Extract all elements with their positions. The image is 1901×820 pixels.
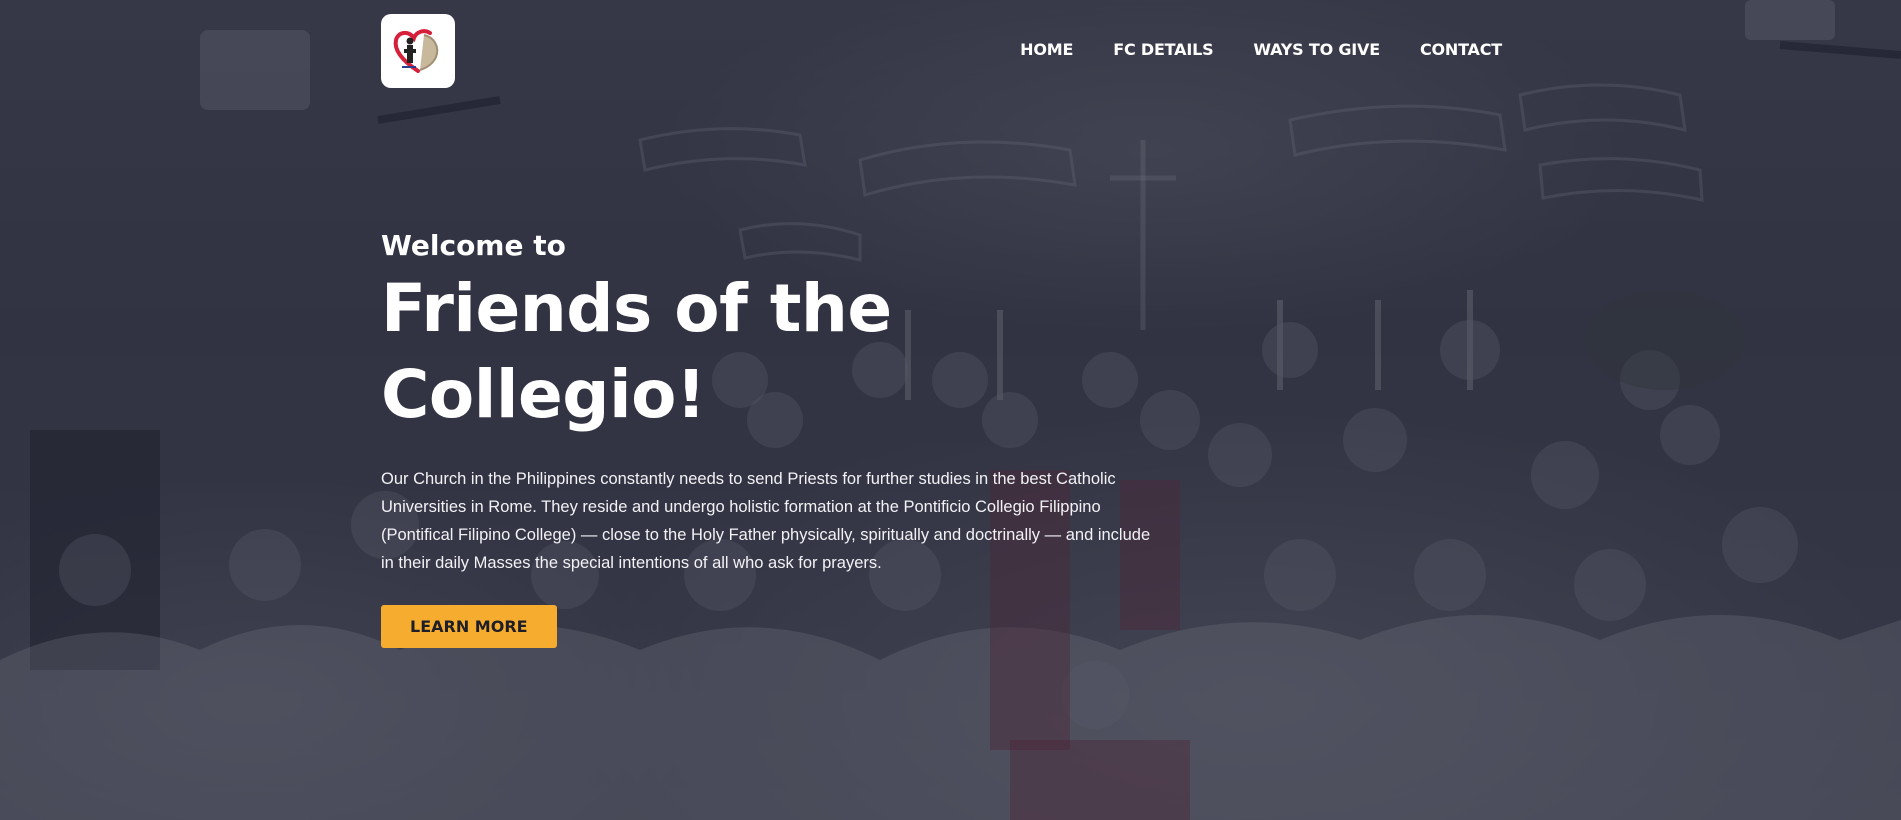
hero-content: Welcome to Friends of the Collegio! Our …	[381, 226, 1150, 648]
nav-item-contact[interactable]: CONTACT	[1420, 40, 1502, 60]
nav-item-ways-to-give[interactable]: WAYS TO GIVE	[1253, 40, 1380, 60]
nav-item-home[interactable]: HOME	[1020, 40, 1073, 60]
main-navigation: HOME FC DETAILS WAYS TO GIVE CONTACT	[1020, 40, 1502, 60]
hero-description: Our Church in the Philippines constantly…	[381, 470, 1151, 572]
site-logo[interactable]	[381, 14, 455, 88]
learn-more-button[interactable]: LEARN MORE	[381, 605, 557, 648]
welcome-heading: Welcome to	[381, 229, 566, 262]
hero-section: HOME FC DETAILS WAYS TO GIVE CONTACT Wel…	[0, 0, 1901, 820]
friends-of-collegio-logo-icon	[393, 29, 439, 73]
hero-title: Friends of the Collegio!	[381, 270, 892, 433]
nav-item-fc-details[interactable]: FC DETAILS	[1113, 40, 1213, 60]
